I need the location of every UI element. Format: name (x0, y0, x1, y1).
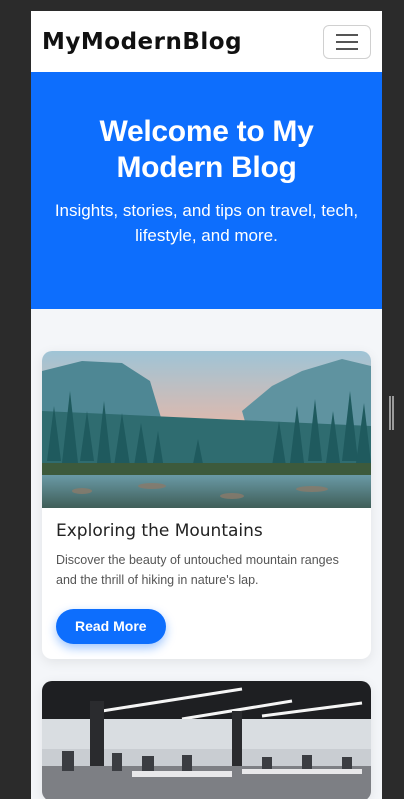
read-more-button[interactable]: Read More (56, 609, 166, 644)
browser-viewport: MyModernBlog Welcome to My Modern Blog I… (31, 11, 382, 799)
post-excerpt: Discover the beauty of untouched mountai… (56, 553, 339, 587)
window-resize-handle[interactable] (389, 396, 395, 430)
post-card: Exploring the Mountains Discover the bea… (42, 351, 371, 659)
navbar-toggle-button[interactable] (323, 24, 371, 59)
hero-title: Welcome to My Modern Blog (99, 115, 314, 184)
post-title[interactable]: Exploring the Mountains (56, 521, 357, 541)
open-office-workspace-photo[interactable] (42, 681, 371, 799)
mountain-lake-forest-photo[interactable] (42, 351, 371, 508)
posts-list: Exploring the Mountains Discover the bea… (31, 309, 382, 799)
hero-subtitle: Insights, stories, and tips on travel, t… (54, 201, 359, 245)
brand-logo[interactable]: MyModernBlog (42, 29, 242, 55)
hamburger-menu-icon (336, 33, 358, 36)
post-card (42, 681, 371, 799)
navbar: MyModernBlog (31, 11, 382, 72)
post-card-body: Exploring the Mountains Discover the bea… (42, 508, 371, 659)
hero-section: Welcome to My Modern Blog Insights, stor… (31, 72, 382, 309)
